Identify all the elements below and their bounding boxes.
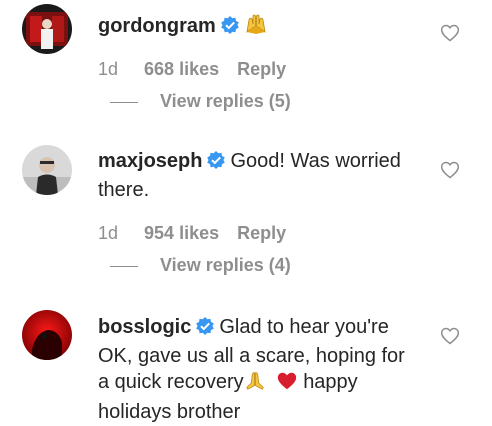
comment-body-line3: a quick recovery — [98, 371, 244, 393]
view-replies-button[interactable]: View replies (4) — [110, 254, 291, 276]
likes-count[interactable]: 954 likes — [144, 223, 219, 243]
divider — [110, 265, 138, 267]
comment-time: 1d — [98, 223, 119, 243]
username[interactable]: gordongram — [98, 15, 216, 37]
view-replies-label: View replies (4) — [160, 255, 291, 275]
comment-body-line4: holidays brother — [98, 401, 241, 423]
like-heart-icon[interactable] — [440, 23, 460, 43]
view-replies-button[interactable]: View replies (5) — [110, 90, 291, 112]
comment-body-line2: OK, gave us all a scare, hoping for — [98, 345, 405, 367]
comment-gordongram: gordongram 1d 668 likes Reply View replies… — [0, 0, 492, 130]
comment-body-line3b: happy — [303, 371, 358, 393]
comment-meta: 1d 668 likes Reply — [98, 58, 304, 80]
raised-hands-icon — [244, 12, 268, 43]
comment-text: bosslogic Glad to hear you're OK, gave us… — [98, 314, 438, 425]
username[interactable]: bosslogic — [98, 316, 191, 338]
comment-body-line1: Good! Was worried — [230, 150, 401, 172]
divider — [110, 101, 138, 103]
username[interactable]: maxjoseph — [98, 150, 202, 172]
like-heart-icon[interactable] — [440, 160, 460, 180]
folded-hands-icon — [244, 370, 266, 399]
avatar[interactable] — [22, 4, 72, 54]
likes-count[interactable]: 668 likes — [144, 59, 219, 79]
reply-button[interactable]: Reply — [237, 59, 286, 79]
comment-maxjoseph: maxjoseph Good! Was worried there. 1d 954 … — [0, 130, 492, 290]
verified-badge-icon — [195, 316, 215, 343]
comment-time: 1d — [98, 59, 119, 79]
verified-badge-icon — [220, 15, 240, 42]
reply-button[interactable]: Reply — [237, 223, 286, 243]
comment-meta: 1d 954 likes Reply — [98, 222, 304, 244]
view-replies-label: View replies (5) — [160, 91, 291, 111]
comment-bosslogic: bosslogic Glad to hear you're OK, gave us… — [0, 290, 492, 426]
like-heart-icon[interactable] — [440, 326, 460, 346]
avatar[interactable] — [22, 310, 72, 360]
comment-text: maxjoseph Good! Was worried there. — [98, 148, 428, 203]
red-heart-icon — [276, 370, 298, 399]
comment-body-line2: there. — [98, 179, 150, 201]
comment-body-line1: Glad to hear you're — [219, 316, 389, 338]
verified-badge-icon — [206, 150, 226, 177]
avatar[interactable] — [22, 145, 72, 195]
comment-text: gordongram — [98, 12, 428, 43]
